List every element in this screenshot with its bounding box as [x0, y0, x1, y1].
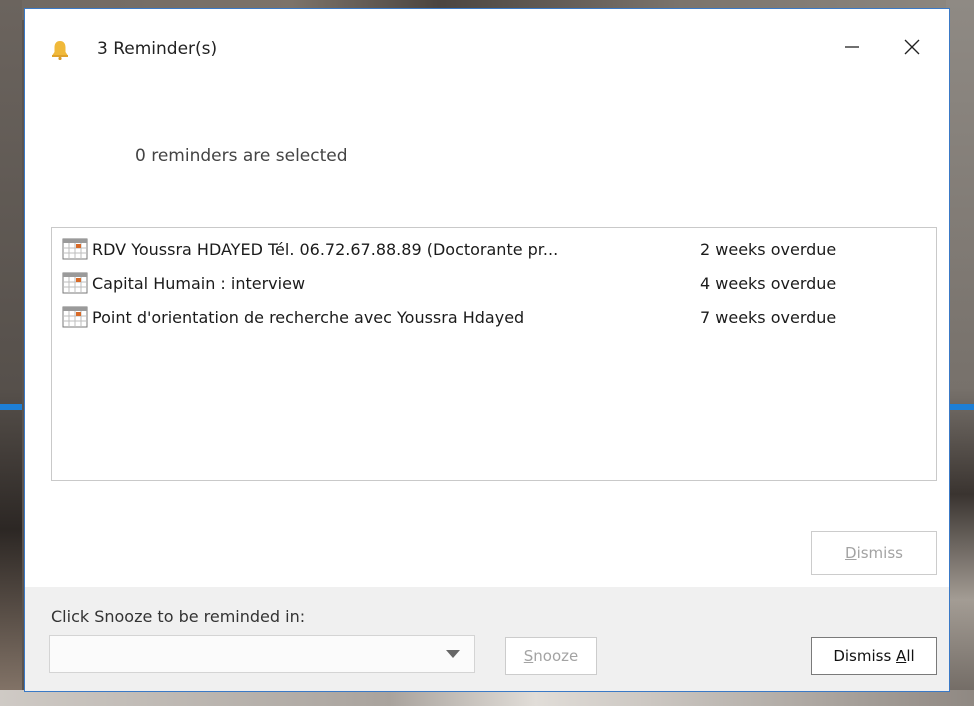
- close-icon: [904, 39, 920, 55]
- reminders-dialog: 3 Reminder(s) 0 reminders are selected R…: [24, 8, 950, 692]
- desktop-accent-left: [0, 404, 22, 410]
- minimize-button[interactable]: [829, 27, 875, 67]
- list-item[interactable]: RDV Youssra HDAYED Tél. 06.72.67.88.89 (…: [62, 236, 922, 262]
- desktop-accent-right: [946, 404, 974, 410]
- calendar-icon: [62, 238, 88, 260]
- dismiss-button[interactable]: Dismiss: [811, 531, 937, 575]
- selection-status: 0 reminders are selected: [135, 146, 348, 166]
- reminder-subject: Point d'orientation de recherche avec Yo…: [92, 307, 525, 327]
- reminders-list[interactable]: RDV Youssra HDAYED Tél. 06.72.67.88.89 (…: [51, 227, 937, 481]
- reminder-subject: RDV Youssra HDAYED Tél. 06.72.67.88.89 (…: [92, 239, 559, 259]
- snooze-button[interactable]: Snooze: [505, 637, 597, 675]
- reminder-due: 2 weeks overdue: [700, 239, 837, 259]
- reminder-due: 7 weeks overdue: [700, 307, 837, 327]
- dismiss-all-button[interactable]: Dismiss All: [811, 637, 937, 675]
- reminder-due: 4 weeks overdue: [700, 273, 837, 293]
- close-button[interactable]: [889, 27, 935, 67]
- bell-icon: [51, 40, 69, 61]
- minimize-icon: [845, 46, 859, 48]
- desktop-left-strip: [0, 0, 22, 706]
- snooze-interval-dropdown[interactable]: [49, 635, 475, 673]
- dismiss-mnemonic: D: [845, 544, 857, 562]
- desktop-right-strip: [946, 0, 974, 706]
- dismiss-all-mnemonic: A: [896, 647, 907, 665]
- reminder-subject: Capital Humain : interview: [92, 273, 306, 293]
- snooze-mnemonic: S: [523, 647, 534, 665]
- calendar-icon: [62, 272, 88, 294]
- title-bar[interactable]: 3 Reminder(s): [25, 9, 949, 81]
- desktop-bottom-strip: [0, 690, 974, 706]
- calendar-icon: [62, 306, 88, 328]
- snooze-label: Click Snooze to be reminded in:: [51, 607, 306, 626]
- list-item[interactable]: Point d'orientation de recherche avec Yo…: [62, 304, 922, 330]
- list-item[interactable]: Capital Humain : interview 4 weeks overd…: [62, 270, 922, 296]
- dismiss-label: ismiss: [856, 544, 903, 562]
- window-title: 3 Reminder(s): [97, 39, 218, 59]
- dismiss-all-prefix: Dismiss: [833, 647, 897, 665]
- chevron-down-icon: [446, 650, 460, 658]
- snooze-panel: Click Snooze to be reminded in: Snooze D…: [25, 587, 949, 691]
- snooze-button-label: nooze: [533, 647, 579, 665]
- dismiss-all-label: ll: [906, 647, 915, 665]
